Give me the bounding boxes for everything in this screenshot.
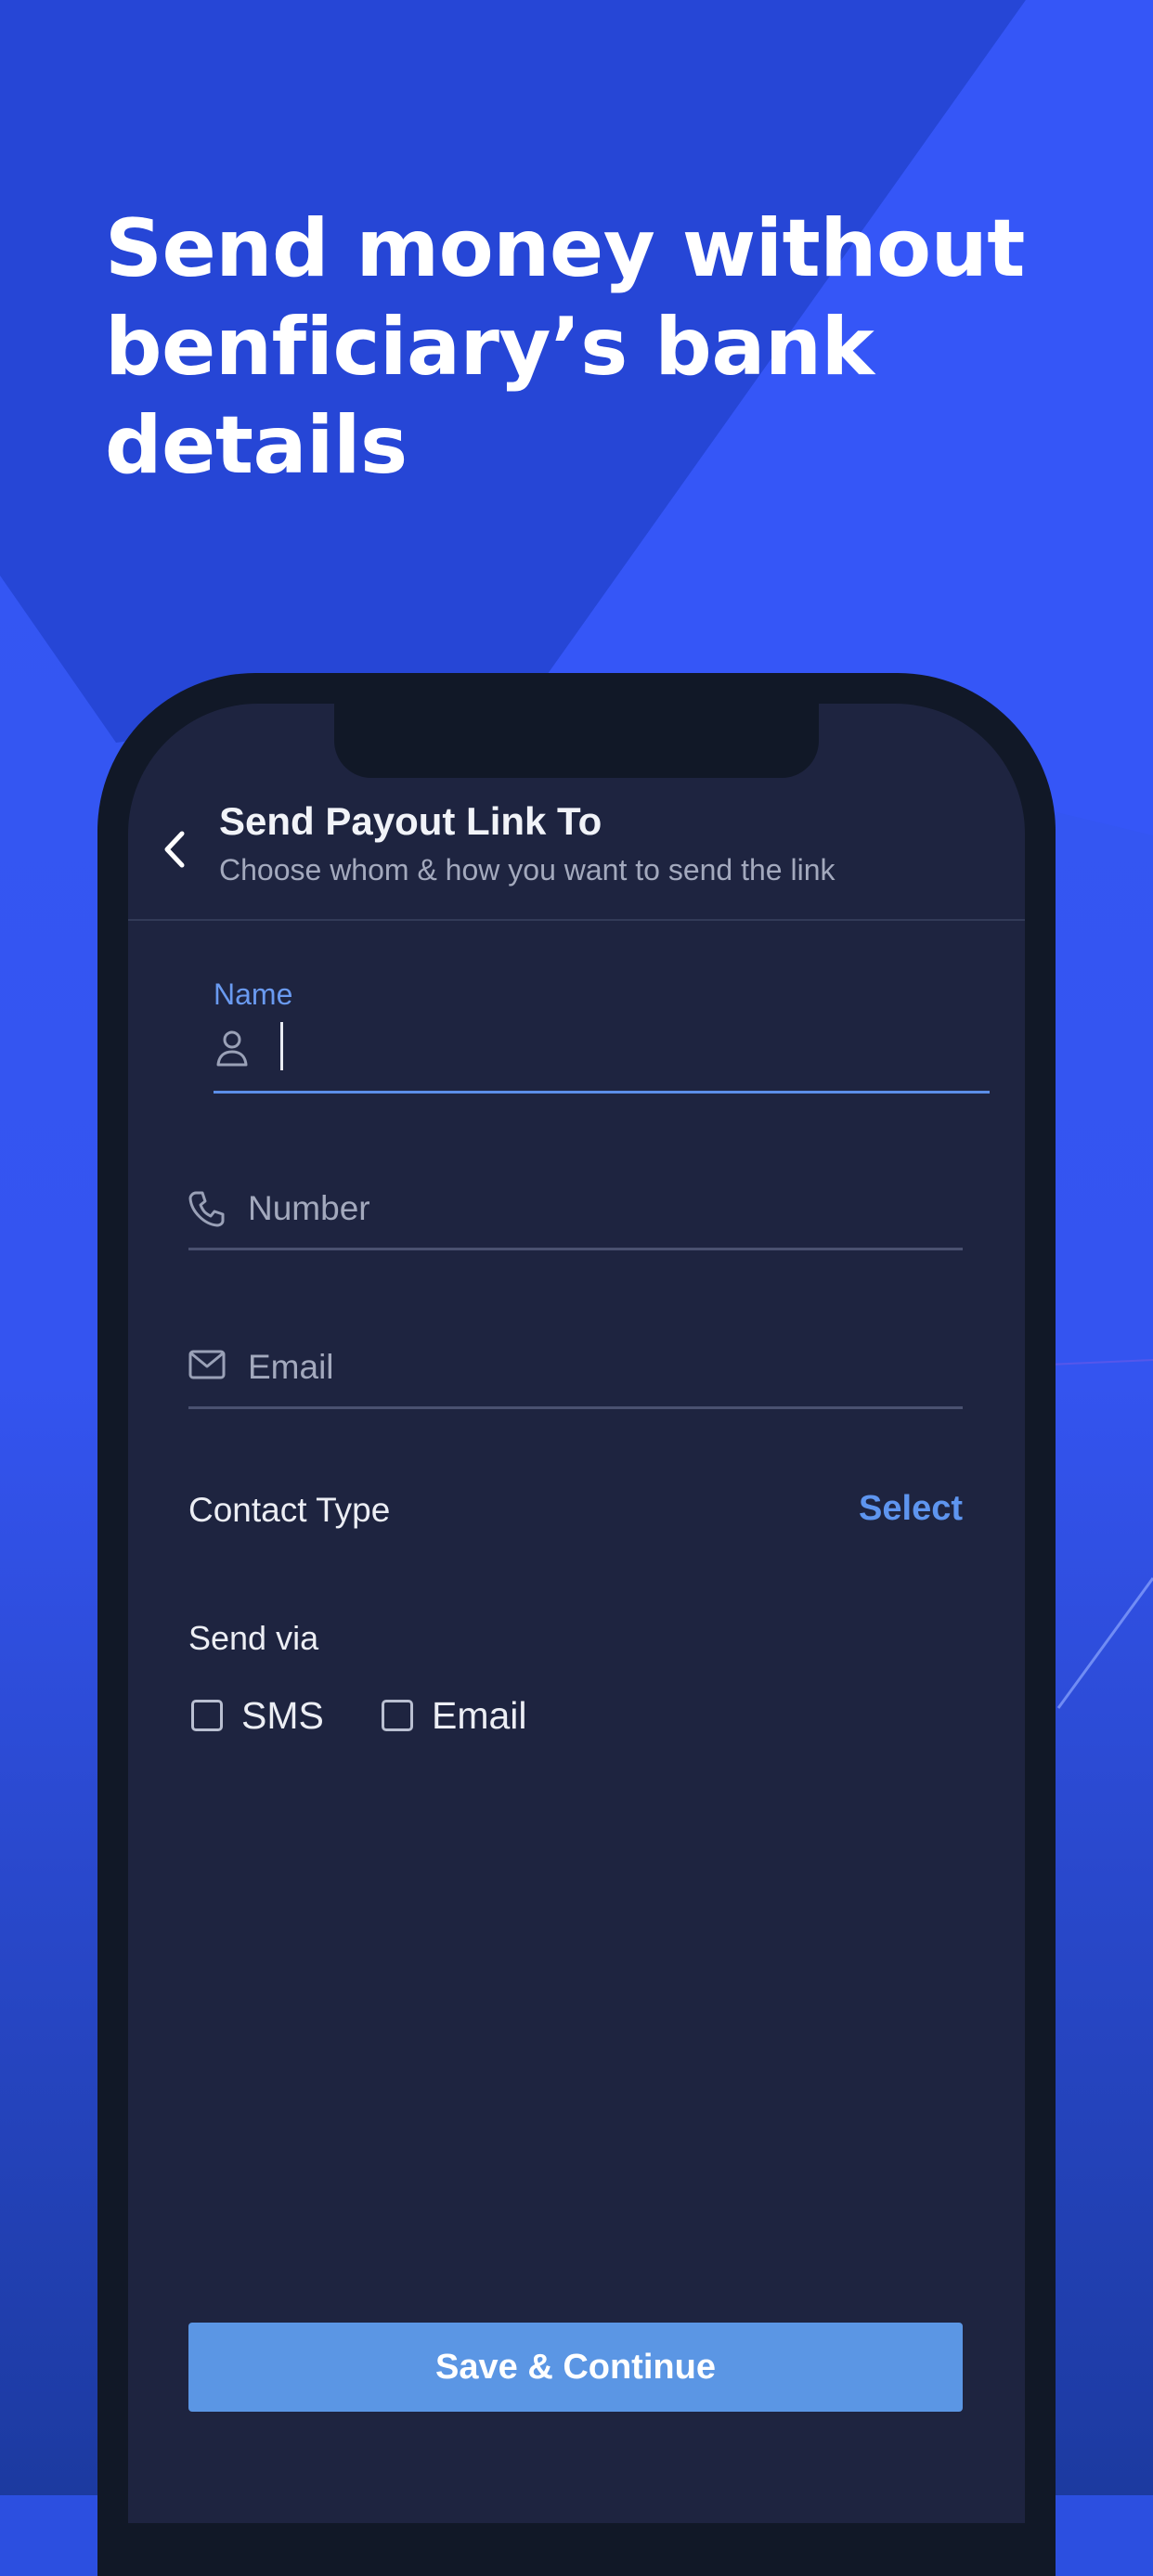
email-checkbox-label: Email <box>432 1693 527 1737</box>
number-placeholder: Number <box>248 1189 370 1227</box>
name-field-label: Name <box>214 977 293 1011</box>
contact-type-label: Contact Type <box>188 1491 391 1529</box>
page-subtitle: Choose whom & how you want to send the l… <box>219 853 836 887</box>
page-title: Send Payout Link To <box>219 799 602 843</box>
send-via-label: Send via <box>188 1619 319 1657</box>
phone-notch <box>334 704 819 778</box>
name-field[interactable]: Name <box>214 976 990 1094</box>
chevron-left-icon <box>164 831 185 868</box>
save-continue-button[interactable]: Save & Continue <box>188 2323 963 2412</box>
mail-icon <box>188 1349 226 1384</box>
number-field[interactable]: Number <box>188 1164 963 1250</box>
contact-type-row: Contact Type Select <box>188 1483 963 1539</box>
checkbox-box[interactable] <box>191 1700 223 1731</box>
email-field[interactable]: Email <box>188 1323 963 1409</box>
phone-icon <box>188 1190 226 1231</box>
text-cursor <box>280 1022 283 1070</box>
person-icon <box>215 1029 249 1070</box>
sms-checkbox-label: SMS <box>241 1693 324 1737</box>
promo-headline: Send money without benficiary’s bank det… <box>105 202 1025 492</box>
contact-type-select-link[interactable]: Select <box>859 1489 963 1529</box>
checkbox-box[interactable] <box>382 1700 413 1731</box>
email-placeholder: Email <box>248 1348 334 1386</box>
email-checkbox[interactable]: Email <box>382 1688 527 1743</box>
back-button[interactable] <box>154 829 195 870</box>
app-header: Send Payout Link To Choose whom & how yo… <box>128 792 1025 921</box>
sms-checkbox[interactable]: SMS <box>191 1688 324 1743</box>
phone-screen: Send Payout Link To Choose whom & how yo… <box>128 704 1025 2523</box>
